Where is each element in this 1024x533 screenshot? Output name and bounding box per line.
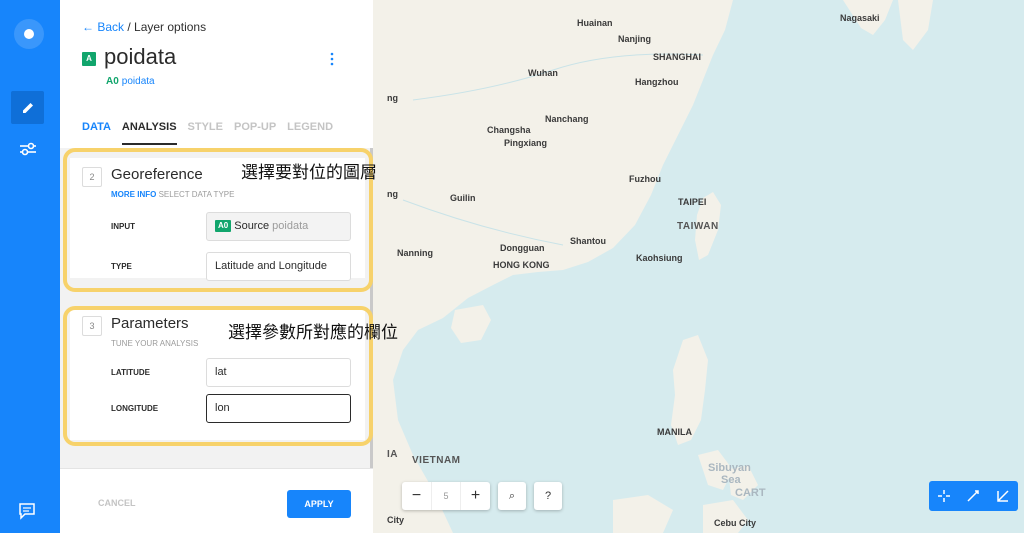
tab-data[interactable]: DATA: [82, 121, 111, 145]
zoom-level: 5: [431, 482, 461, 510]
draw-polygon-icon[interactable]: [996, 489, 1010, 503]
city-label: Shantou: [570, 236, 606, 246]
zoom-in-button[interactable]: +: [461, 487, 490, 505]
source-name[interactable]: poidata: [122, 76, 155, 87]
more-options-icon[interactable]: [330, 52, 334, 66]
city-label: TAIPEI: [678, 197, 707, 207]
apply-button[interactable]: APPLY: [287, 490, 351, 518]
tab-analysis[interactable]: ANALYSIS: [121, 121, 177, 145]
city-label: ng: [387, 93, 398, 103]
city-label: Pingxiang: [504, 138, 548, 148]
sea-label: Sibuyan: [708, 462, 751, 474]
breadcrumb-current: / Layer options: [124, 20, 207, 34]
city-label: Dongguan: [500, 243, 545, 253]
help-icon[interactable]: ?: [534, 482, 562, 510]
tab-style[interactable]: STYLE: [188, 121, 223, 145]
map-view[interactable]: Huainan Nanjing SHANGHAI Wuhan Hangzhou …: [373, 0, 1024, 533]
back-label: Back: [97, 20, 125, 34]
search-icon[interactable]: ⌕: [498, 482, 526, 510]
feedback-icon[interactable]: [18, 502, 36, 520]
city-label: City: [387, 515, 405, 525]
city-label: ng: [387, 189, 398, 199]
city-label: Fuzhou: [629, 174, 661, 184]
edit-icon[interactable]: [11, 91, 44, 124]
carto-logo-icon[interactable]: [14, 19, 44, 49]
draw-line-icon[interactable]: [966, 489, 980, 503]
country-label: IA: [387, 449, 398, 460]
sea-label: CART: [735, 487, 766, 499]
city-label: Wuhan: [528, 68, 558, 78]
tab-popup[interactable]: POP-UP: [234, 121, 276, 145]
city-label: Changsha: [487, 125, 531, 135]
annotation-label: 選擇參數所對應的欄位: [228, 323, 398, 343]
city-label: Guilin: [450, 193, 476, 203]
tab-legend[interactable]: LEGEND: [287, 121, 333, 145]
left-rail: [0, 0, 60, 533]
city-label: Hangzhou: [635, 77, 679, 87]
city-label: Nanjing: [618, 34, 651, 44]
layer-title[interactable]: poidata: [104, 44, 176, 70]
layer-source: A0 poidata: [106, 76, 155, 87]
city-label: Nanning: [397, 248, 433, 258]
city-label: Kaohsiung: [636, 253, 683, 263]
country-label: TAIWAN: [677, 221, 719, 232]
city-label: Cebu City: [714, 518, 757, 528]
sea-label: Sea: [721, 474, 741, 486]
node-id: A0: [106, 76, 119, 87]
draw-tools: [929, 481, 1018, 511]
city-label: Nagasaki: [840, 13, 880, 23]
panel-footer: CANCEL APPLY: [60, 468, 373, 533]
draw-point-icon[interactable]: [937, 489, 951, 503]
basemap: [373, 0, 933, 533]
city-label: MANILA: [657, 427, 692, 437]
tab-bar: DATA ANALYSIS STYLE POP-UP LEGEND: [82, 121, 333, 145]
city-label: Nanchang: [545, 114, 589, 124]
cancel-button[interactable]: CANCEL: [98, 498, 136, 508]
country-label: VIETNAM: [412, 455, 461, 466]
sliders-icon[interactable]: [18, 139, 38, 159]
city-label: Huainan: [577, 18, 613, 28]
layer-badge: A: [82, 52, 96, 66]
back-link[interactable]: ← Back: [82, 20, 124, 34]
zoom-out-button[interactable]: −: [402, 487, 431, 505]
city-label: HONG KONG: [493, 260, 550, 270]
breadcrumb: ← Back / Layer options: [82, 20, 206, 34]
zoom-control: − 5 +: [402, 482, 490, 510]
annotation-label: 選擇要對位的圖層: [241, 163, 377, 183]
city-label: SHANGHAI: [653, 52, 702, 62]
